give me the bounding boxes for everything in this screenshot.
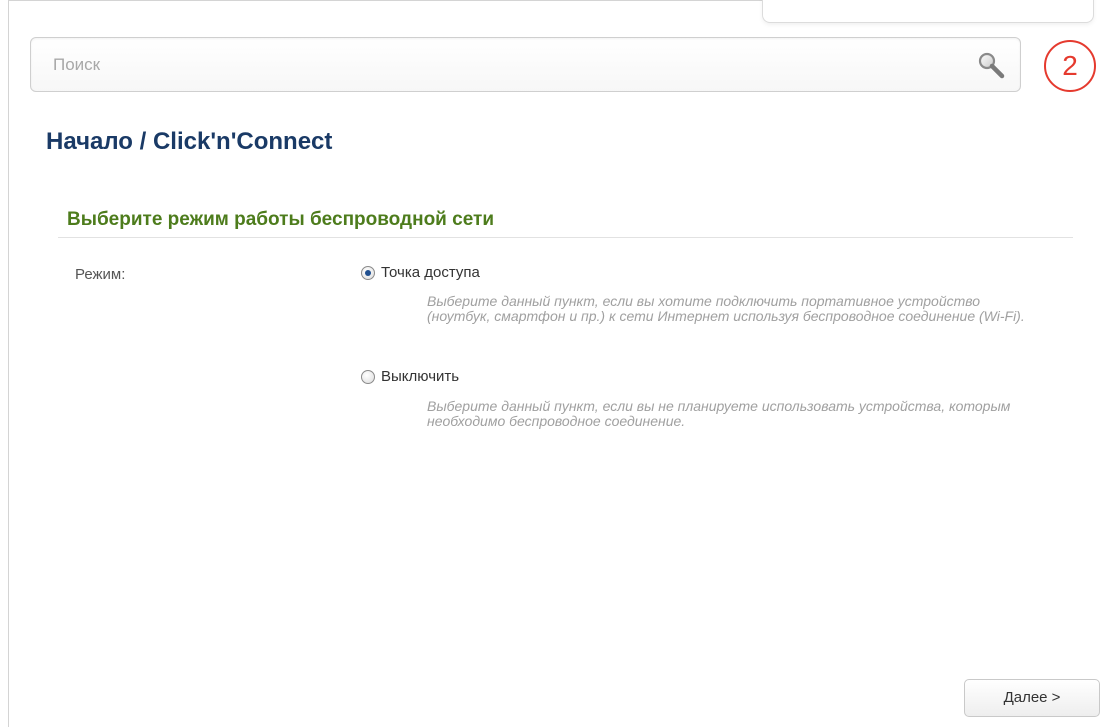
frame-top-border	[8, 0, 764, 1]
search-icon[interactable]	[976, 50, 1006, 80]
mode-label: Режим:	[75, 266, 126, 283]
section-title: Выберите режим работы беспроводной сети	[67, 209, 495, 230]
top-tab-notch	[762, 0, 1094, 23]
frame-left-border	[8, 0, 9, 727]
step-number-marker: 2	[1044, 40, 1096, 92]
mode-option-access-point[interactable]: Точка доступа	[361, 264, 480, 281]
radio-checked-icon[interactable]	[361, 265, 375, 280]
mode-option-label[interactable]: Выключить	[381, 368, 459, 385]
breadcrumb: Начало / Click'n'Connect	[46, 128, 333, 155]
mode-option-hint: Выберите данный пункт, если вы не планир…	[427, 398, 1011, 429]
next-button[interactable]: Далее >	[964, 679, 1100, 717]
section-divider	[58, 237, 1073, 238]
page: 2 Начало / Click'n'Connect Выберите режи…	[0, 0, 1107, 727]
search-input[interactable]	[53, 54, 953, 76]
radio-unchecked-icon[interactable]	[361, 369, 375, 384]
mode-option-off[interactable]: Выключить	[361, 368, 459, 385]
mode-option-hint: Выберите данный пункт, если вы хотите по…	[427, 293, 1025, 324]
search-box	[30, 37, 1021, 92]
mode-option-label[interactable]: Точка доступа	[381, 264, 480, 281]
